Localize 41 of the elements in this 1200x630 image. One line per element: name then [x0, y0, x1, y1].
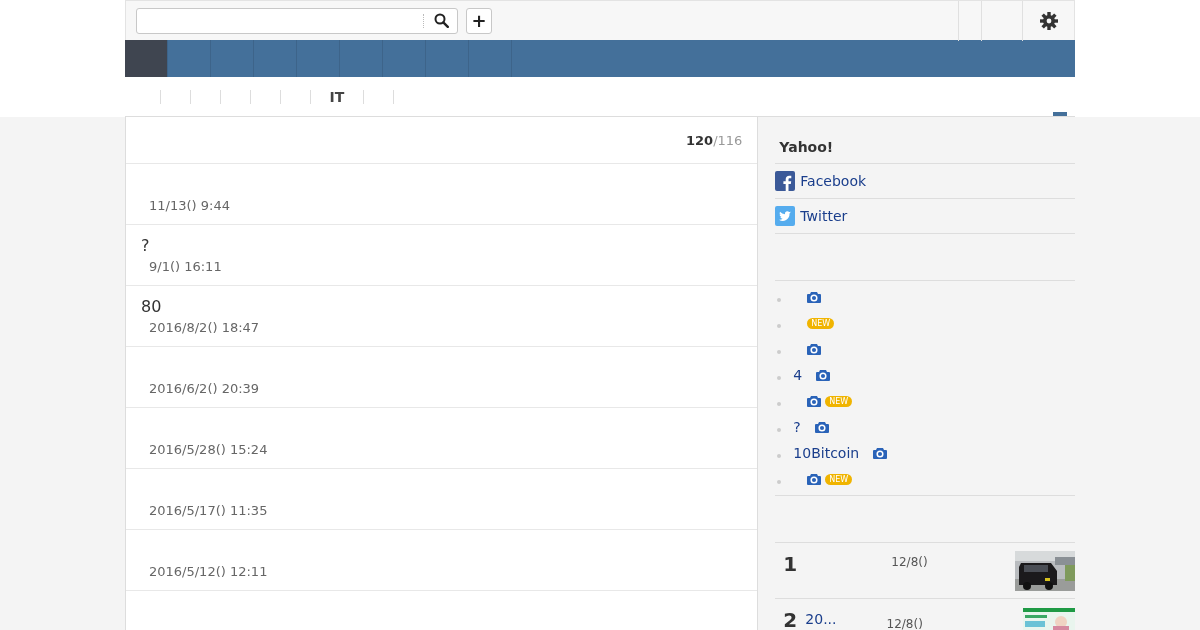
- twitter-icon: [775, 206, 796, 226]
- share-link[interactable]: Facebook: [800, 173, 867, 189]
- article-date: 2016/5/12() 12:11: [148, 564, 269, 579]
- article-count: 120/116: [686, 132, 743, 148]
- article-date: 9/1() 16:11: [148, 259, 223, 274]
- bullet-icon: [777, 297, 782, 302]
- article-date: 2016/6/2() 20:39: [148, 381, 261, 396]
- bullet-icon: [777, 401, 782, 406]
- add-button[interactable]: +: [466, 7, 492, 34]
- article-date: 11/13() 9:44: [148, 198, 231, 213]
- topic-link[interactable]: 4: [793, 367, 803, 383]
- topic-link[interactable]: ?: [793, 419, 801, 435]
- article-date: 2016/8/2() 18:47: [148, 320, 261, 335]
- new-badge: NEW: [807, 317, 835, 329]
- bullet-icon: [777, 375, 782, 380]
- rank-number: 1: [782, 551, 799, 575]
- new-badge: NEW: [825, 395, 853, 407]
- bullet-icon: [777, 323, 782, 328]
- ranking-date: 12/8(): [886, 616, 923, 630]
- bullet-icon: [777, 349, 782, 354]
- topic-link[interactable]: 10Bitcoin: [793, 445, 860, 461]
- article-title[interactable]: 80: [141, 297, 743, 316]
- ranking-date: 12/8(): [891, 554, 928, 570]
- bullet-icon: [777, 427, 782, 432]
- bullet-icon: [777, 479, 782, 484]
- bullet-icon: [777, 453, 782, 458]
- ranking-link[interactable]: 20...: [805, 607, 837, 628]
- nav-tab[interactable]: [125, 40, 168, 77]
- article-date: 2016/5/28() 15:24: [148, 442, 269, 457]
- new-badge: NEW: [825, 473, 853, 485]
- tab-marker: [1053, 112, 1067, 116]
- settings-icon[interactable]: [1039, 11, 1058, 30]
- article-title[interactable]: ?: [141, 236, 743, 255]
- article-date: 2016/5/17() 11:35: [148, 503, 269, 518]
- search-icon[interactable]: [433, 13, 449, 28]
- share-link[interactable]: Twitter: [800, 208, 848, 224]
- search-field[interactable]: [136, 7, 458, 34]
- category-link[interactable]: IT: [310, 89, 363, 104]
- facebook-icon: [775, 171, 796, 191]
- rank-number: 2: [782, 607, 799, 630]
- section-title: Yahoo!: [779, 139, 834, 155]
